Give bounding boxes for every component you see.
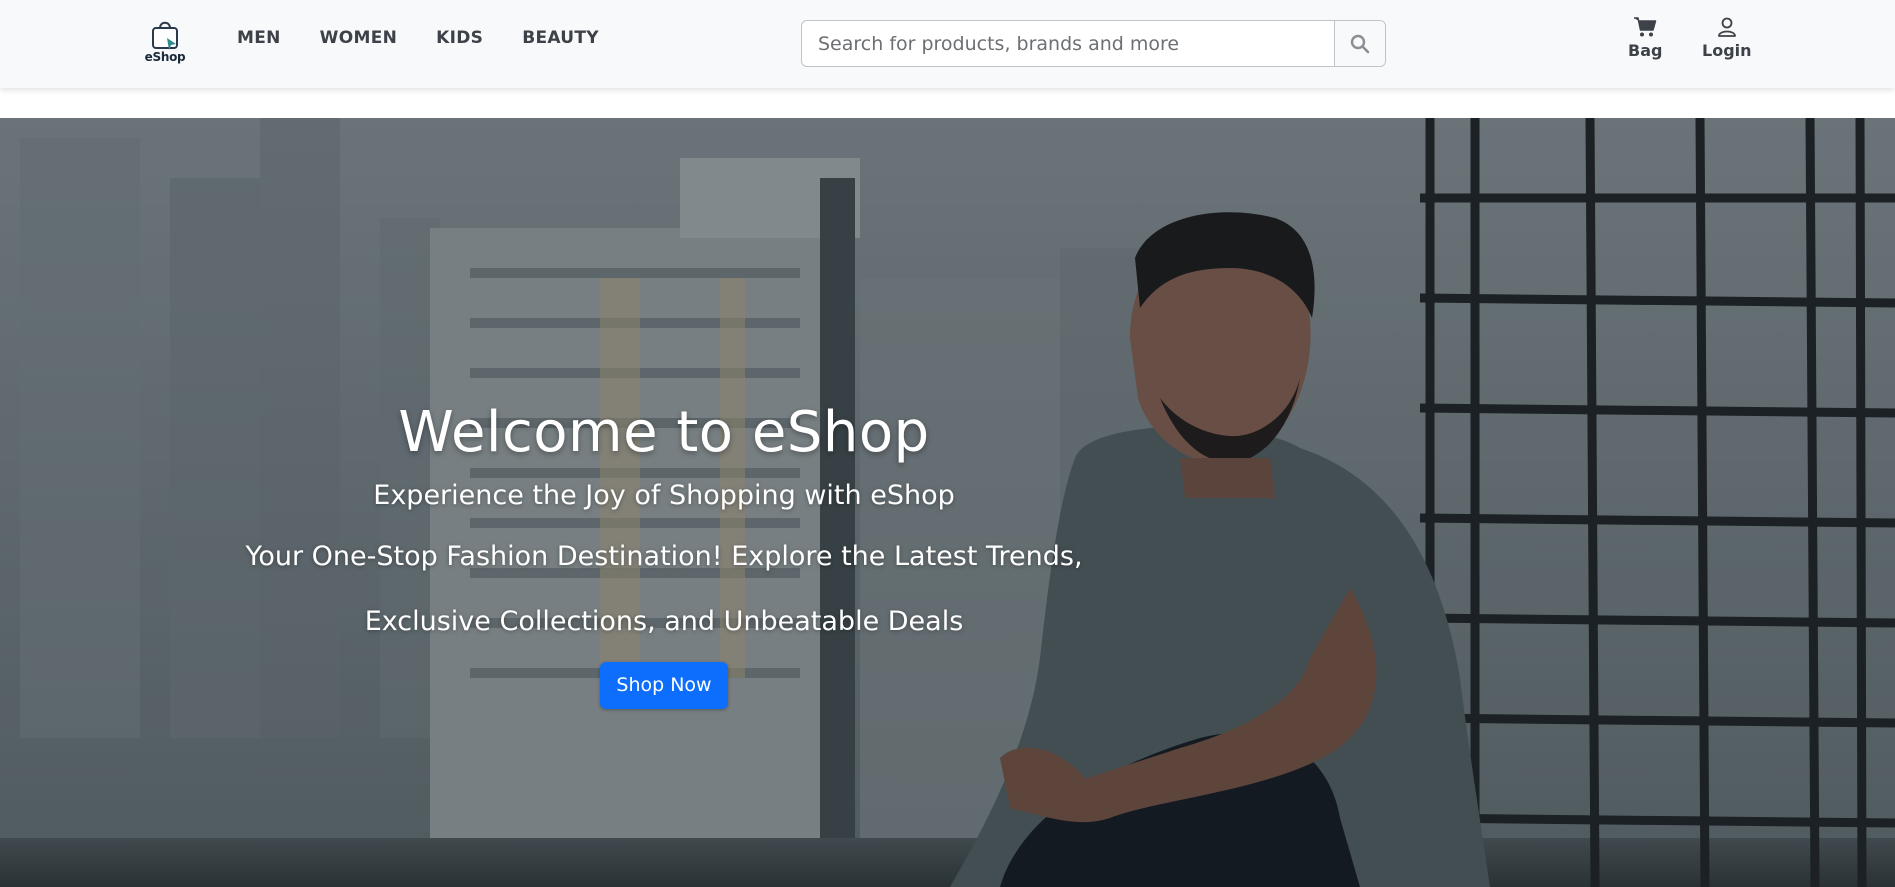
hero-description-line-1: Your One-Stop Fashion Destination! Explo… bbox=[245, 541, 1083, 572]
nav-link-kids[interactable]: KIDS bbox=[436, 28, 483, 48]
hero-description-line-2: Exclusive Collections, and Unbeatable De… bbox=[364, 606, 964, 637]
hero-subtitle: Experience the Joy of Shopping with eSho… bbox=[373, 480, 955, 511]
search-input[interactable] bbox=[802, 21, 1334, 66]
navbar: eShop MEN WOMEN KIDS BEAUTY Bag Login bbox=[0, 0, 1895, 88]
hero-banner: Welcome to eShop Experience the Joy of S… bbox=[0, 118, 1895, 887]
shop-now-button[interactable]: Shop Now bbox=[600, 662, 728, 709]
brand-logo[interactable]: eShop bbox=[140, 18, 190, 68]
login-button[interactable]: Login bbox=[1702, 16, 1752, 60]
cart-icon bbox=[1634, 17, 1657, 37]
hero-content: Welcome to eShop Experience the Joy of S… bbox=[164, 398, 1164, 709]
brand-name: eShop bbox=[144, 50, 186, 64]
shopping-bag-icon bbox=[152, 21, 178, 50]
nav-link-beauty[interactable]: BEAUTY bbox=[522, 28, 599, 48]
hero-description: Your One-Stop Fashion Destination! Explo… bbox=[164, 524, 1164, 654]
login-label: Login bbox=[1702, 41, 1752, 60]
main-nav: MEN WOMEN KIDS BEAUTY bbox=[237, 28, 638, 48]
user-icon bbox=[1717, 17, 1736, 37]
hero-title: Welcome to eShop bbox=[398, 400, 930, 465]
search-icon bbox=[1350, 34, 1370, 53]
bag-button[interactable]: Bag bbox=[1628, 16, 1662, 60]
search-bar bbox=[801, 20, 1386, 67]
bag-label: Bag bbox=[1628, 41, 1663, 60]
nav-link-women[interactable]: WOMEN bbox=[320, 28, 397, 48]
search-button[interactable] bbox=[1334, 21, 1385, 66]
nav-link-men[interactable]: MEN bbox=[237, 28, 281, 48]
